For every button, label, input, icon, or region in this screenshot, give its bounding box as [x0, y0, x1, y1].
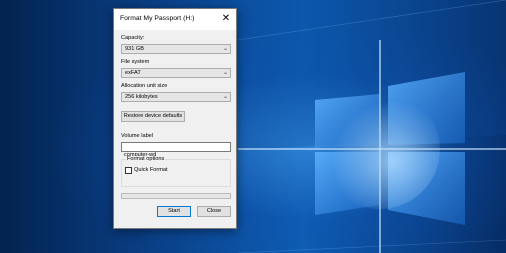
- chevron-down-icon: ⌄: [222, 46, 228, 52]
- format-progress-bar: [121, 193, 231, 199]
- allocation-value: 256 kilobytes: [125, 94, 158, 100]
- capacity-select[interactable]: 931 GB ⌄: [121, 44, 231, 54]
- allocation-label: Allocation unit size: [121, 83, 168, 89]
- allocation-select[interactable]: 256 kilobytes ⌄: [121, 92, 231, 102]
- capacity-value: 931 GB: [125, 46, 144, 52]
- quick-format-checkbox[interactable]: [125, 167, 132, 174]
- restore-defaults-button[interactable]: Restore device defaults: [121, 111, 185, 122]
- file-system-value: exFAT: [125, 70, 141, 76]
- start-button[interactable]: Start: [157, 206, 191, 217]
- chevron-down-icon: ⌄: [222, 94, 228, 100]
- chevron-down-icon: ⌄: [222, 70, 228, 76]
- volume-label-label: Volume label: [121, 133, 154, 139]
- format-options-group: Format options Quick Format: [121, 156, 231, 187]
- windows-logo-wallpaper: [237, 0, 506, 253]
- format-options-title: Format options: [126, 156, 166, 162]
- dialog-titlebar[interactable]: Format My Passport (H:) ✕: [114, 9, 236, 30]
- close-icon[interactable]: ✕: [218, 11, 234, 27]
- format-dialog: Format My Passport (H:) ✕ Capacity: 931 …: [113, 8, 237, 229]
- capacity-label: Capacity:: [121, 35, 145, 41]
- quick-format-label[interactable]: Quick Format: [134, 167, 168, 173]
- file-system-select[interactable]: exFAT ⌄: [121, 68, 231, 78]
- file-system-label: File system: [121, 59, 150, 65]
- desktop-wallpaper: [0, 0, 506, 253]
- dialog-title: Format My Passport (H:): [120, 15, 195, 22]
- volume-label-field[interactable]: [121, 142, 231, 159]
- close-button[interactable]: Close: [197, 206, 231, 217]
